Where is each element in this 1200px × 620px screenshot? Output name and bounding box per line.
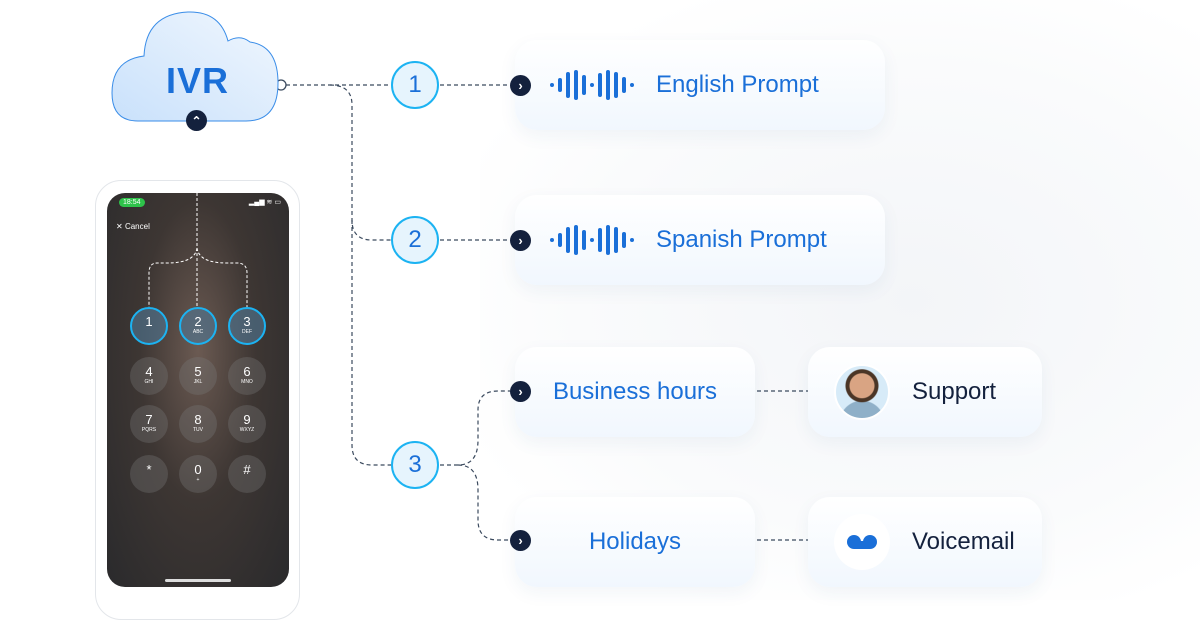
key-digit: 6 <box>243 364 251 379</box>
keypad-key-1[interactable]: 1 <box>130 307 168 345</box>
wave-bar <box>558 233 562 247</box>
audio-wave-icon <box>550 70 634 100</box>
ivr-label: IVR <box>165 60 229 101</box>
keypad-key-7[interactable]: 7 PQRS <box>130 405 168 443</box>
phone-screen: 18:54 ▂▄▆ ≋ ▭ ✕ Cancel 1 2 ABC 3 DEF 4 GHI 5 JKL… <box>107 193 289 587</box>
key-digit: * <box>146 462 152 477</box>
chevron-right-icon: › <box>510 75 531 96</box>
wave-bar <box>574 225 578 255</box>
key-letters: DEF <box>242 329 252 335</box>
wave-bar <box>558 78 562 92</box>
key-letters: ABC <box>192 329 204 335</box>
wave-bar <box>574 70 578 100</box>
wave-bar <box>590 83 594 87</box>
wave-bar <box>614 227 618 253</box>
option-node-3[interactable]: 3 <box>391 441 439 489</box>
key-letters: TUV <box>193 427 203 433</box>
wave-bar <box>606 225 610 255</box>
chevron-right-icon: › <box>510 530 531 551</box>
key-digit: 1 <box>145 314 153 329</box>
key-letters: WXYZ <box>239 427 255 433</box>
wave-bar <box>606 70 610 100</box>
wave-bar <box>598 73 602 97</box>
wave-bar <box>582 75 586 95</box>
chevron-right-icon: › <box>510 381 531 402</box>
key-digit: 3 <box>243 314 251 329</box>
wave-bar <box>630 83 634 87</box>
keypad-key-8[interactable]: 8 TUV <box>179 405 217 443</box>
voicemail-icon <box>834 514 890 570</box>
keypad-key-#[interactable]: # <box>228 455 266 493</box>
spanish-prompt-card[interactable]: Spanish Prompt <box>515 195 885 285</box>
keypad-key-3[interactable]: 3 DEF <box>228 307 266 345</box>
key-letters: MNO <box>241 379 253 385</box>
audio-wave-icon <box>550 225 634 255</box>
keypad-key-0[interactable]: 0 + <box>179 455 217 493</box>
spanish-prompt-label: Spanish Prompt <box>656 226 827 253</box>
key-letters: GHI <box>144 379 154 385</box>
keypad-key-5[interactable]: 5 JKL <box>179 357 217 395</box>
support-avatar <box>834 364 890 420</box>
wave-bar <box>622 77 626 93</box>
wave-bar <box>598 228 602 252</box>
wave-bar <box>614 72 618 98</box>
support-card[interactable]: Support <box>808 347 1042 437</box>
english-prompt-card[interactable]: English Prompt <box>515 40 885 130</box>
key-digit: 5 <box>194 364 202 379</box>
voicemail-card[interactable]: Voicemail <box>808 497 1042 587</box>
keypad-key-4[interactable]: 4 GHI <box>130 357 168 395</box>
wave-bar <box>550 238 554 242</box>
keypad-key-9[interactable]: 9 WXYZ <box>228 405 266 443</box>
key-digit: 7 <box>145 412 153 427</box>
keypad-key-6[interactable]: 6 MNO <box>228 357 266 395</box>
english-prompt-label: English Prompt <box>656 71 819 98</box>
support-label: Support <box>912 378 997 405</box>
voicemail-label: Voicemail <box>912 528 1015 555</box>
chevron-right-icon: › <box>510 230 531 251</box>
key-digit: 9 <box>243 412 251 427</box>
wave-bar <box>630 238 634 242</box>
key-digit: 2 <box>194 314 202 329</box>
wave-bar <box>566 72 570 98</box>
wave-bar <box>590 238 594 242</box>
wave-bar <box>550 83 554 87</box>
business-hours-card[interactable]: Business hours <box>515 347 755 437</box>
key-letters: + <box>196 477 200 483</box>
option-node-1[interactable]: 1 <box>391 61 439 109</box>
wave-bar <box>566 227 570 253</box>
key-letters: JKL <box>193 379 203 385</box>
home-indicator <box>165 579 231 582</box>
wave-bar <box>582 230 586 250</box>
option-node-2[interactable]: 2 <box>391 216 439 264</box>
holidays-label: Holidays <box>588 528 682 555</box>
key-digit: 8 <box>194 412 202 427</box>
chevron-up-icon[interactable]: ⌃ <box>186 110 207 131</box>
key-letters: PQRS <box>141 427 157 433</box>
keypad-key-*[interactable]: * <box>130 455 168 493</box>
key-digit: 4 <box>145 364 153 379</box>
key-digit: 0 <box>194 462 202 477</box>
key-digit: # <box>243 462 251 477</box>
keypad-key-2[interactable]: 2 ABC <box>179 307 217 345</box>
holidays-card[interactable]: Holidays <box>515 497 755 587</box>
wave-bar <box>622 232 626 248</box>
business-hours-label: Business hours <box>552 378 718 405</box>
